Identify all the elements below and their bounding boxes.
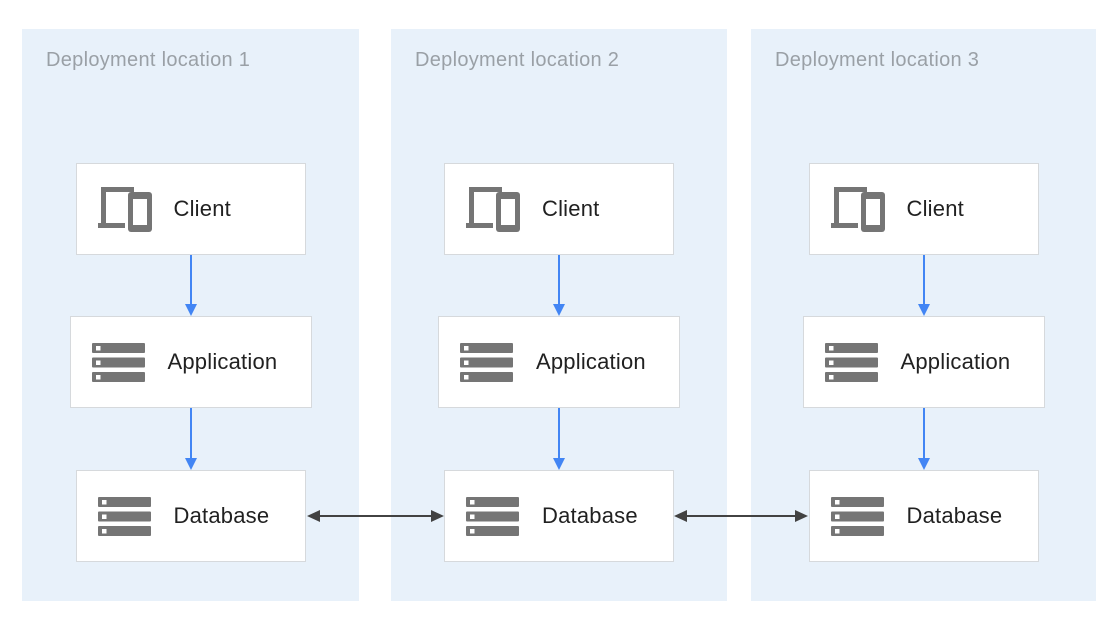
database-node: Database xyxy=(76,470,306,562)
arrow-shaft xyxy=(190,408,192,459)
client-node: Client xyxy=(76,163,306,255)
server-stack-icon xyxy=(98,497,152,536)
devices-icon xyxy=(831,187,885,232)
devices-icon xyxy=(466,187,520,232)
arrow-head-right xyxy=(795,510,808,522)
flow-arrow-client-to-application xyxy=(553,255,565,316)
client-node: Client xyxy=(444,163,674,255)
server-stack-icon xyxy=(466,497,520,536)
panel-title: Deployment location 3 xyxy=(775,49,979,72)
flow-arrow-client-to-application xyxy=(185,255,197,316)
panel-title: Deployment location 2 xyxy=(415,49,619,72)
arrow-shaft xyxy=(318,515,433,517)
server-stack-icon xyxy=(92,343,146,382)
arrow-shaft xyxy=(923,408,925,459)
node-label: Application xyxy=(536,349,646,375)
arrow-head-down xyxy=(553,304,565,316)
server-stack-icon xyxy=(825,343,879,382)
application-node: Application xyxy=(70,316,312,408)
flow-arrow-client-to-application xyxy=(918,255,930,316)
node-label: Client xyxy=(174,196,231,222)
node-label: Database xyxy=(907,503,1003,529)
flow-arrow-application-to-database xyxy=(185,408,197,470)
architecture-diagram: Deployment location 1 Client xyxy=(0,0,1120,636)
node-label: Client xyxy=(542,196,599,222)
server-stack-icon xyxy=(460,343,514,382)
arrow-shaft xyxy=(190,255,192,305)
arrow-head-down xyxy=(918,304,930,316)
application-node: Application xyxy=(803,316,1045,408)
arrow-shaft xyxy=(923,255,925,305)
database-node: Database xyxy=(809,470,1039,562)
flow-arrow-application-to-database xyxy=(918,408,930,470)
replication-arrow-db1-db2 xyxy=(307,510,444,522)
node-label: Application xyxy=(168,349,278,375)
arrow-head-down xyxy=(553,458,565,470)
node-label: Application xyxy=(901,349,1011,375)
client-node: Client xyxy=(809,163,1039,255)
arrow-shaft xyxy=(558,255,560,305)
database-node: Database xyxy=(444,470,674,562)
server-stack-icon xyxy=(831,497,885,536)
node-label: Database xyxy=(174,503,270,529)
node-label: Client xyxy=(907,196,964,222)
panel-title: Deployment location 1 xyxy=(46,49,250,72)
devices-icon xyxy=(98,187,152,232)
arrow-head-right xyxy=(431,510,444,522)
arrow-head-down xyxy=(185,304,197,316)
application-node: Application xyxy=(438,316,680,408)
replication-arrow-db2-db3 xyxy=(674,510,808,522)
arrow-shaft xyxy=(558,408,560,459)
arrow-shaft xyxy=(685,515,797,517)
arrow-head-down xyxy=(918,458,930,470)
node-label: Database xyxy=(542,503,638,529)
flow-arrow-application-to-database xyxy=(553,408,565,470)
arrow-head-down xyxy=(185,458,197,470)
